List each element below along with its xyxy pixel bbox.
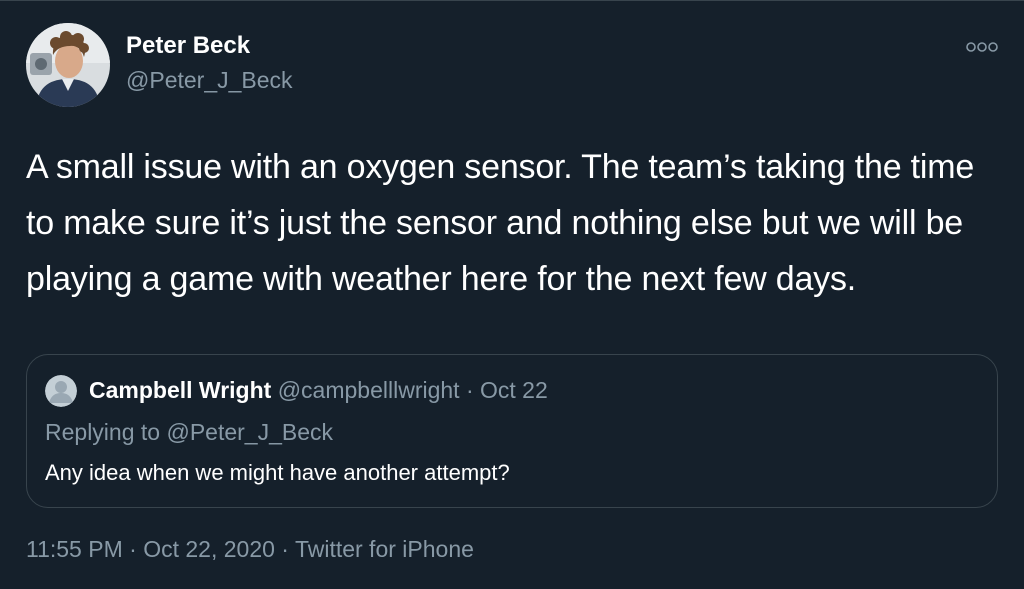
tweet-date[interactable]: Oct 22, 2020: [143, 536, 275, 562]
tweet-footer: 11:55 PM · Oct 22, 2020 · Twitter for iP…: [26, 536, 474, 563]
quoted-tweet[interactable]: Campbell Wright @campbelllwright · Oct 2…: [26, 354, 998, 508]
more-options-button[interactable]: [962, 35, 1002, 59]
tweet-text: A small issue with an oxygen sensor. The…: [26, 148, 975, 298]
quoted-author-handle[interactable]: @campbelllwright: [278, 377, 460, 403]
avatar-photo-icon: [26, 23, 110, 107]
tweet-card: Peter Beck @Peter_J_Beck A small issue w…: [0, 0, 1024, 589]
replying-to-prefix: Replying to: [45, 419, 167, 445]
footer-separator: ·: [122, 536, 144, 562]
tweet-time[interactable]: 11:55 PM: [26, 536, 123, 562]
replying-to-handle[interactable]: @Peter_J_Beck: [166, 419, 333, 445]
quoted-separator: ·: [459, 377, 481, 403]
tweet-source[interactable]: Twitter for iPhone: [295, 536, 474, 562]
quoted-author-name[interactable]: Campbell Wright: [89, 377, 271, 403]
quoted-tweet-text: Any idea when we might have another atte…: [45, 460, 510, 485]
replying-to: Replying to @Peter_J_Beck: [45, 419, 333, 446]
author-handle[interactable]: @Peter_J_Beck: [126, 67, 293, 94]
quoted-author-avatar[interactable]: [45, 375, 77, 407]
quoted-date[interactable]: Oct 22: [480, 377, 548, 403]
author-name[interactable]: Peter Beck: [126, 32, 250, 60]
author-avatar[interactable]: [26, 23, 110, 107]
quoted-tweet-header: Campbell Wright @campbelllwright · Oct 2…: [89, 377, 548, 404]
more-options-icon: [966, 42, 998, 52]
footer-separator: ·: [274, 536, 295, 562]
default-avatar-icon: [45, 375, 77, 407]
